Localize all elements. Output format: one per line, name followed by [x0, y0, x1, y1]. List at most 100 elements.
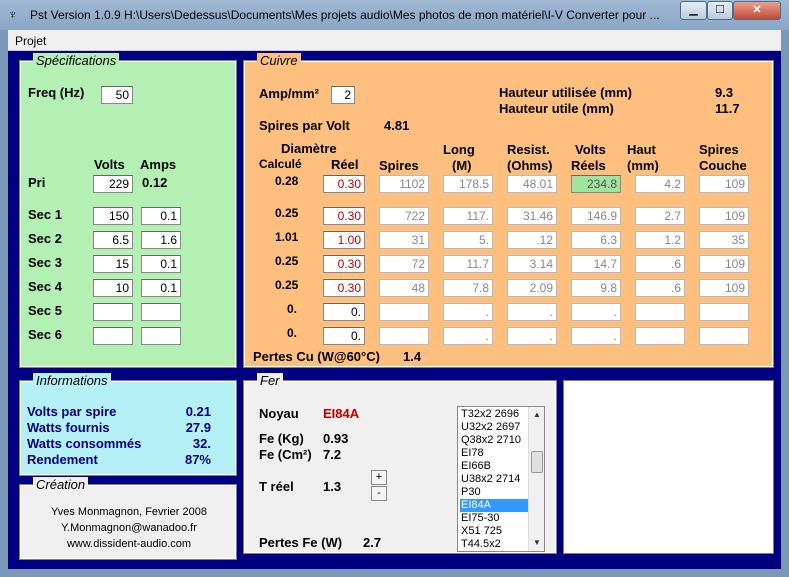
- freq-label: Freq (Hz): [28, 85, 85, 100]
- long-unit: (M): [452, 158, 472, 173]
- diametre-reel-input[interactable]: 0.: [323, 303, 365, 321]
- credits: Yves Monmagnon, Fevrier 2008 Y.Monmagnon…: [21, 504, 237, 552]
- cuivre-panel: Cuivre Amp/mm² 2 Hauteur utilisée (mm) 9…: [243, 53, 774, 368]
- volts-reels-field: 234.8: [571, 175, 621, 193]
- creation-panel: Création Yves Monmagnon, Fevrier 2008 Y.…: [19, 477, 237, 560]
- diametre-header: Diamètre: [281, 141, 337, 156]
- listbox-scrollbar[interactable]: ▲ ▼: [528, 407, 544, 551]
- scroll-thumb[interactable]: [531, 451, 543, 473]
- sec-amps-input[interactable]: 0.1: [141, 207, 181, 225]
- list-item[interactable]: P30: [460, 486, 530, 499]
- list-item[interactable]: U38x2 2714: [460, 473, 530, 486]
- info-label: Rendement: [27, 452, 98, 467]
- list-item[interactable]: EI78: [460, 447, 530, 460]
- info-value: 32.: [192, 436, 211, 451]
- sec-volts-input[interactable]: [93, 303, 133, 321]
- website-link[interactable]: www.dissident-audio.com: [21, 536, 237, 552]
- volts-header: Volts: [94, 157, 125, 172]
- title-bar[interactable]: ♆ Pst Version 1.0.9 H:\Users\Dedessus\Do…: [0, 0, 789, 30]
- haut-unit: (mm): [627, 158, 659, 173]
- haut-field: 4.2: [635, 175, 685, 193]
- long-field: 11.7: [443, 255, 493, 273]
- window-title: Pst Version 1.0.9 H:\Users\Dedessus\Docu…: [30, 8, 660, 22]
- spires-par-volt-value: 4.81: [384, 118, 410, 133]
- list-item[interactable]: T32x2 2696: [460, 408, 530, 421]
- volts-reels-header: Réels: [571, 158, 606, 173]
- resist-field: 2.09: [507, 279, 557, 297]
- haut-field: 1.2: [635, 231, 685, 249]
- freq-input[interactable]: 50: [101, 86, 133, 104]
- sec-amps-input[interactable]: 0.1: [141, 279, 181, 297]
- output-panel: [563, 380, 774, 554]
- list-item[interactable]: EI66B: [460, 460, 530, 473]
- hauteur-utile-value: 11.7: [715, 101, 740, 116]
- haut-field: .6: [635, 255, 685, 273]
- sec-label: Sec 3: [28, 255, 62, 270]
- t-reel-decrease-button[interactable]: -: [371, 486, 387, 501]
- noyau-listbox[interactable]: T32x2 2696 U32x2 2697 Q38x2 2710 EI78 EI…: [457, 406, 545, 552]
- list-item[interactable]: U32x2 2697: [460, 421, 530, 434]
- diametre-reel-input[interactable]: 1.00: [323, 231, 365, 249]
- info-value: 87%: [184, 452, 211, 467]
- sec-volts-input[interactable]: 10: [93, 279, 133, 297]
- pri-label: Pri: [28, 175, 46, 190]
- reel-header: Réel: [331, 157, 359, 172]
- sec-amps-input[interactable]: 0.1: [141, 255, 181, 273]
- hauteur-utilisee-label: Hauteur utilisée (mm): [499, 85, 632, 100]
- fe-cm2-label: Fe (Cm²): [259, 447, 312, 462]
- diametre-reel-input[interactable]: 0.30: [323, 175, 365, 193]
- informations-panel: Informations Volts par spire 0.21 Watts …: [19, 373, 237, 476]
- sec-volts-input[interactable]: 150: [93, 207, 133, 225]
- volts-reels-field: 6.3: [571, 231, 621, 249]
- diametre-reel-input[interactable]: 0.30: [323, 207, 365, 225]
- diametre-reel-input[interactable]: 0.30: [323, 279, 365, 297]
- diametre-reel-input[interactable]: 0.: [323, 327, 365, 345]
- menu-item-projet[interactable]: Projet: [15, 34, 46, 48]
- fe-kg-value: 0.93: [323, 431, 349, 446]
- diametre-reel-input[interactable]: 0.30: [323, 255, 365, 273]
- transformer-icon: ♆: [8, 7, 18, 22]
- list-item[interactable]: EI75-30: [460, 512, 530, 525]
- list-item[interactable]: T44.5x2: [460, 538, 530, 551]
- long-field: .: [443, 303, 493, 321]
- pri-volts-input[interactable]: 229: [93, 175, 133, 193]
- spires-couche-header: Spires: [699, 142, 739, 157]
- t-reel-increase-button[interactable]: +: [371, 470, 387, 485]
- spires-couche-field: 35: [699, 231, 749, 249]
- minimize-button[interactable]: ▁: [680, 1, 707, 20]
- volts-reels-field: 146.9: [571, 207, 621, 225]
- scroll-down-icon[interactable]: ▼: [530, 536, 544, 550]
- diametre-calcule: 0.25: [275, 254, 299, 268]
- spires-field: 1102: [379, 175, 429, 193]
- diametre-calcule: 0.: [287, 302, 298, 316]
- list-item[interactable]: X51 725: [460, 525, 530, 538]
- info-label: Volts par spire: [27, 404, 117, 419]
- list-item[interactable]: Q38x2 2710: [460, 434, 530, 447]
- specifications-panel: Spécifications Freq (Hz) 50 Volts Amps P…: [19, 53, 237, 368]
- list-item-selected[interactable]: EI84A: [460, 499, 530, 512]
- diametre-calcule: 0.25: [275, 278, 299, 292]
- sec-volts-input[interactable]: 6.5: [93, 231, 133, 249]
- resist-field: .: [507, 327, 557, 345]
- volts-reels-field: 9.8: [571, 279, 621, 297]
- sec-amps-input[interactable]: 1.6: [141, 231, 181, 249]
- haut-field: [635, 303, 685, 321]
- t-reel-value: 1.3: [323, 479, 342, 494]
- maximize-button[interactable]: ☐: [707, 1, 733, 20]
- volts-header: Volts: [575, 142, 606, 157]
- resist-field: 31.46: [507, 207, 557, 225]
- sec-volts-input[interactable]: 15: [93, 255, 133, 273]
- scroll-up-icon[interactable]: ▲: [530, 408, 544, 422]
- panel-title: Fer: [257, 373, 283, 388]
- amp-mm2-input[interactable]: 2: [331, 86, 355, 104]
- close-button[interactable]: ✕: [733, 1, 781, 20]
- sec-amps-input[interactable]: [141, 303, 181, 321]
- spires-field: 31: [379, 231, 429, 249]
- resist-field: .12: [507, 231, 557, 249]
- t-reel-label: T réel: [259, 479, 294, 494]
- sec-amps-input[interactable]: [141, 327, 181, 345]
- author: Yves Monmagnon, Fevrier 2008: [51, 506, 207, 518]
- sec-volts-input[interactable]: [93, 327, 133, 345]
- info-label: Watts consommés: [27, 436, 142, 451]
- sec-label: Sec 5: [28, 303, 62, 318]
